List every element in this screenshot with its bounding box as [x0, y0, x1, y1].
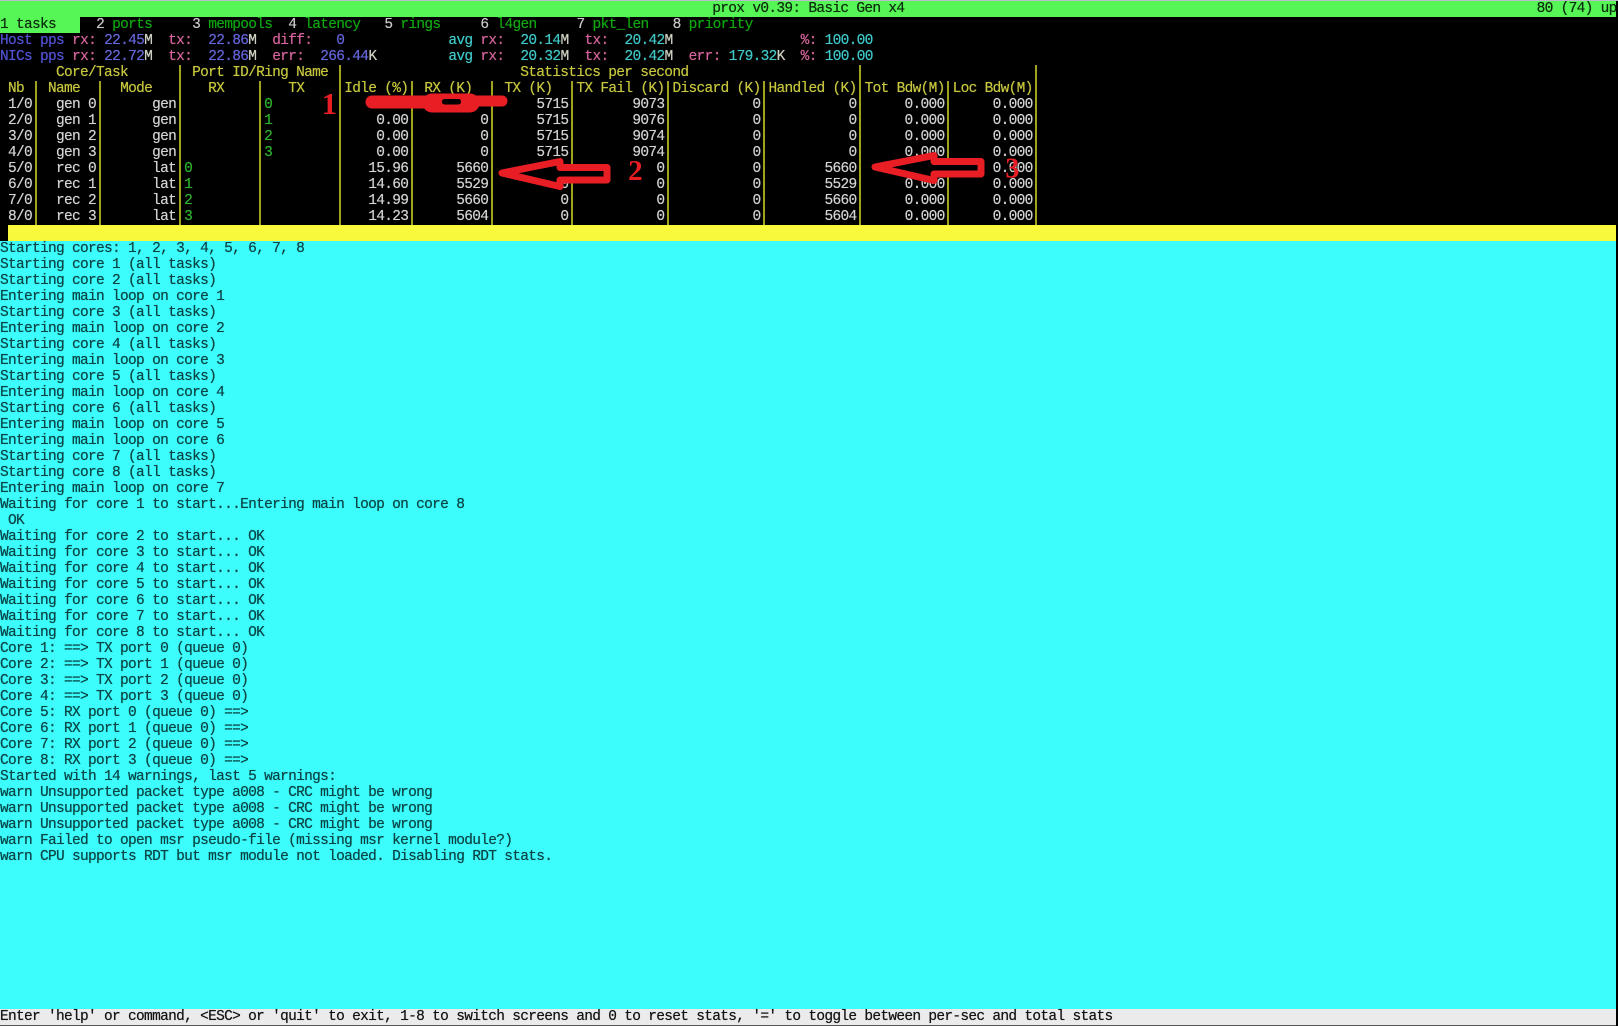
svg-text:2: 2	[628, 155, 642, 187]
svg-text:3: 3	[1005, 154, 1019, 185]
svg-text:1: 1	[322, 86, 337, 121]
